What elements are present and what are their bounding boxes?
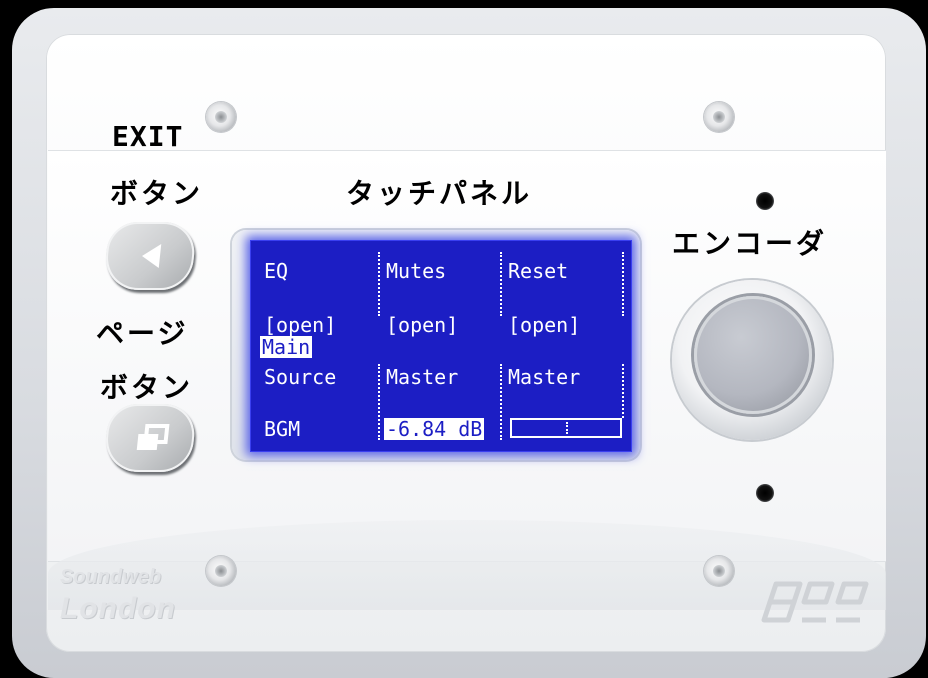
screen-cell-source[interactable]: Source: [264, 366, 336, 388]
page-label-sub: ボタン: [100, 371, 194, 404]
exit-button[interactable]: [102, 222, 198, 290]
screen-cell-reset[interactable]: Reset: [508, 260, 568, 282]
screw-bottom-right: [704, 556, 734, 586]
sensor-hole-bottom: [756, 484, 774, 502]
exit-label-title: EXIT: [112, 120, 184, 153]
encoder-label: エンコーダ: [672, 227, 828, 260]
divider: [500, 364, 502, 440]
screw-top-left: [206, 102, 236, 132]
left-triangle-icon: [142, 244, 162, 268]
exit-label-sub: ボタン: [110, 177, 204, 210]
screen-cell-level-value[interactable]: -6.84 dB: [384, 418, 485, 440]
screen-cell-eq[interactable]: EQ: [264, 260, 288, 282]
sensor-hole-top: [756, 192, 774, 210]
pages-icon: [136, 424, 170, 450]
brand-bottom: London: [60, 592, 176, 625]
encoder-knob[interactable]: [694, 296, 812, 414]
level-meter-box[interactable]: [510, 418, 622, 438]
screw-bottom-left: [206, 556, 236, 586]
divider: [378, 364, 380, 440]
screen-cell-eq-open[interactable]: [open]: [264, 314, 336, 336]
screen-cell-mutes-open[interactable]: [open]: [386, 314, 458, 336]
page-button[interactable]: [102, 404, 198, 472]
divider: [378, 252, 380, 316]
screw-top-right: [704, 102, 734, 132]
screen-cell-reset-open[interactable]: [open]: [508, 314, 580, 336]
bss-logo: [761, 581, 869, 623]
brand-top: Soundweb: [60, 566, 162, 588]
screen-cell-mutes[interactable]: Mutes: [386, 260, 446, 282]
screen-selected-page: Main: [260, 335, 313, 359]
screen-cell-bgm[interactable]: BGM: [264, 418, 300, 440]
touch-panel-label: タッチパネル: [346, 177, 533, 210]
touch-screen[interactable]: EQ Mutes Reset [open] [open] [open] Main…: [250, 240, 632, 452]
page-label-title: ページ: [96, 317, 189, 350]
divider: [500, 252, 502, 316]
divider: [622, 364, 624, 418]
divider: [622, 252, 624, 316]
screen-cell-master-mute[interactable]: Master: [508, 366, 580, 388]
screen-cell-master-level[interactable]: Master: [386, 366, 458, 388]
